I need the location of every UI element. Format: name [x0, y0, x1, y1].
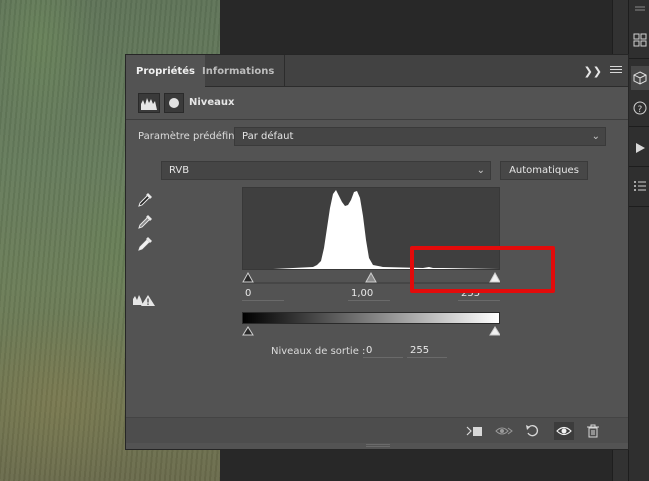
output-levels-slider[interactable]: [242, 324, 501, 336]
panel-grip-icon[interactable]: [631, 2, 649, 14]
black-eyedropper-icon[interactable]: [136, 191, 154, 209]
preset-value: Par défaut: [242, 131, 294, 142]
separator: [629, 166, 649, 167]
white-eyedropper-icon[interactable]: [136, 235, 154, 253]
red-highlight-box: [410, 246, 555, 293]
properties-panel-icon[interactable]: [631, 66, 649, 90]
trash-icon[interactable]: [583, 422, 603, 440]
separator: [629, 126, 649, 127]
chevron-down-icon: ⌄: [476, 165, 485, 176]
panel-tab-bar: Propriétés Informations ❯❯: [126, 55, 628, 87]
clipping-warning-icon: [133, 295, 155, 306]
svg-text:?: ?: [638, 105, 643, 115]
output-white-handle: [489, 326, 501, 336]
auto-button[interactable]: Automatiques: [500, 161, 588, 180]
right-panel-strip: ?: [628, 0, 649, 481]
reset-icon[interactable]: [523, 422, 543, 440]
input-gamma-field[interactable]: 1,00: [348, 287, 390, 301]
list-panel-icon[interactable]: [631, 174, 649, 198]
output-levels-label: Niveaux de sortie :: [271, 346, 366, 357]
gray-eyedropper-icon[interactable]: [136, 213, 154, 231]
preset-dropdown[interactable]: Par défaut ⌄: [234, 127, 606, 146]
levels-adjustment-icon[interactable]: [138, 93, 160, 113]
output-gradient-bar: [242, 312, 500, 324]
chevron-down-icon: ⌄: [591, 131, 600, 142]
tab-informations[interactable]: Informations: [192, 55, 286, 87]
divider: [126, 119, 628, 120]
output-black-field[interactable]: 0: [363, 344, 403, 358]
visibility-eye-icon[interactable]: [554, 422, 574, 440]
gamma-handle: [365, 271, 377, 283]
hamburger-icon[interactable]: [610, 64, 622, 75]
channel-value: RVB: [169, 165, 190, 176]
panel-resize-grip[interactable]: [366, 444, 390, 447]
output-black-handle: [242, 326, 254, 336]
info-panel-icon[interactable]: ?: [631, 96, 649, 120]
clip-to-layer-icon[interactable]: [464, 422, 484, 440]
layer-mask-icon[interactable]: [164, 93, 184, 113]
panel-title: Niveaux: [189, 97, 235, 108]
preset-label: Paramètre prédéfini :: [138, 131, 244, 142]
panel-bottom-toolbar: [126, 417, 628, 443]
black-point-handle: [242, 271, 254, 283]
view-previous-state-icon[interactable]: [494, 422, 514, 440]
channel-dropdown[interactable]: RVB ⌄: [161, 161, 491, 180]
separator: [629, 206, 649, 207]
separator: [629, 58, 649, 59]
output-white-field[interactable]: 255: [407, 344, 447, 358]
layers-panel-icon[interactable]: [631, 28, 649, 52]
double-chevron-right-icon[interactable]: ❯❯: [584, 65, 602, 78]
photoshop-workspace: ? Propriétés Informations ❯❯ Niveaux Par…: [0, 0, 649, 481]
input-black-field[interactable]: 0: [242, 287, 284, 301]
actions-play-icon[interactable]: [631, 136, 649, 160]
